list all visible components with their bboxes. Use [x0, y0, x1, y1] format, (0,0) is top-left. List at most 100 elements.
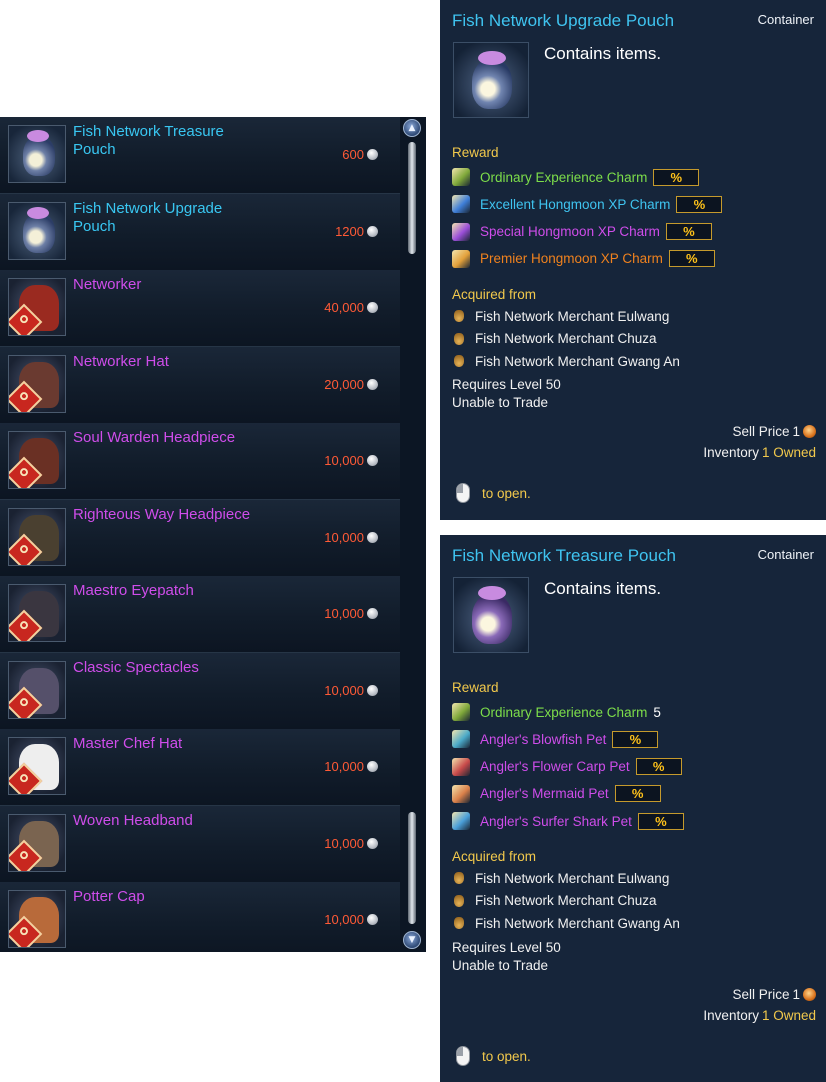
scrollbar-thumb[interactable]: [408, 812, 416, 924]
inventory-value: 1 Owned: [761, 1008, 816, 1023]
shop-row[interactable]: Fish Network Upgrade Pouch 1200: [0, 194, 400, 271]
source-merchant: Fish Network Merchant Chuza: [454, 891, 657, 911]
reward-item[interactable]: Premier Hongmoon XP Charm%: [452, 248, 715, 270]
reward-icon: [452, 222, 470, 241]
inventory-label: Inventory: [703, 1008, 759, 1023]
item-price: 10,000: [324, 910, 378, 928]
reward-icon: [452, 730, 470, 749]
shop-row[interactable]: Master Chef Hat 10,000: [0, 729, 400, 806]
inventory-count: Inventory 1 Owned: [703, 1008, 816, 1023]
shop-row[interactable]: Networker 40,000: [0, 270, 400, 347]
reward-item[interactable]: Special Hongmoon XP Charm%: [452, 221, 712, 243]
reward-amount: %: [653, 168, 700, 186]
money-bag-icon: [454, 332, 464, 345]
sell-price: Sell Price 1: [732, 424, 816, 439]
mouse-icon: [456, 1046, 470, 1066]
silver-coin-icon: [367, 454, 378, 466]
reward-name: Angler's Flower Carp Pet: [480, 759, 630, 775]
shop-row[interactable]: Fish Network Treasure Pouch 600: [0, 117, 400, 194]
reward-amount: %: [612, 730, 659, 748]
price-value: 10,000: [324, 758, 364, 774]
reward-name: Angler's Blowfish Pet: [480, 731, 607, 747]
silver-coin-icon: [367, 760, 378, 772]
money-bag-icon: [454, 355, 464, 367]
tooltip-upgrade-pouch: Fish Network Upgrade Pouch Container Con…: [440, 0, 826, 520]
item-name: Networker: [73, 276, 142, 293]
item-name: Master Chef Hat: [73, 735, 183, 752]
networker-outfit-icon: [8, 278, 66, 336]
shop-row[interactable]: Woven Headband 10,000: [0, 806, 400, 883]
item-name: Potter Cap: [73, 888, 145, 905]
shop-row[interactable]: Networker Hat 20,000: [0, 347, 400, 424]
price-value: 10,000: [324, 682, 364, 698]
reward-item[interactable]: Ordinary Experience Charm%: [452, 166, 700, 188]
item-price: 10,000: [324, 757, 378, 775]
requires-level: Requires Level 50: [452, 377, 561, 392]
item-price: 40,000: [324, 298, 378, 316]
price-value: 10,000: [324, 911, 364, 927]
scrollbar-track-upper[interactable]: [408, 142, 416, 254]
treasure-pouch-icon: [8, 125, 66, 183]
shop-row[interactable]: Classic Spectacles 10,000: [0, 653, 400, 730]
potter-cap-icon: [8, 890, 66, 948]
reward-heading: Reward: [452, 145, 499, 160]
tooltip-treasure-pouch: Fish Network Treasure Pouch Container Co…: [440, 535, 826, 1082]
shop-row[interactable]: Maestro Eyepatch 10,000: [0, 576, 400, 653]
reward-item[interactable]: Ordinary Experience Charm 5: [452, 701, 661, 723]
reward-item[interactable]: Excellent Hongmoon XP Charm%: [452, 193, 723, 215]
mouse-icon: [456, 483, 470, 503]
tooltip-title: Fish Network Upgrade Pouch: [452, 11, 675, 30]
reward-item[interactable]: Angler's Mermaid Pet%: [452, 783, 661, 805]
silver-coin-icon: [367, 913, 378, 925]
price-value: 10,000: [324, 452, 364, 468]
merchant-name: Fish Network Merchant Gwang An: [475, 915, 680, 931]
reward-item[interactable]: Angler's Flower Carp Pet%: [452, 756, 682, 778]
reward-icon: [452, 812, 470, 831]
silver-coin-icon: [367, 378, 378, 390]
reward-item[interactable]: Angler's Blowfish Pet%: [452, 728, 659, 750]
upgrade-pouch-icon: [8, 202, 66, 260]
merchant-name: Fish Network Merchant Chuza: [475, 893, 657, 908]
price-value: 40,000: [324, 299, 364, 315]
reward-item[interactable]: Angler's Surfer Shark Pet%: [452, 810, 684, 832]
acquired-heading: Acquired from: [452, 849, 537, 864]
source-merchant: Fish Network Merchant Eulwang: [454, 306, 669, 326]
price-value: 20,000: [324, 376, 364, 392]
shop-row[interactable]: Potter Cap 10,000: [0, 882, 400, 952]
item-price: 10,000: [324, 604, 378, 622]
reward-amount: %: [614, 785, 661, 803]
upgrade-pouch-icon: [453, 42, 529, 118]
inventory-value: 1 Owned: [761, 445, 816, 460]
item-price: 20,000: [324, 375, 378, 393]
shop-row[interactable]: Righteous Way Headpiece 10,000: [0, 500, 400, 577]
merchant-name: Fish Network Merchant Chuza: [475, 331, 657, 346]
item-price: 10,000: [324, 451, 378, 469]
sell-price-value: 1: [792, 987, 800, 1002]
item-name: Fish Network Treasure Pouch: [73, 123, 224, 158]
scroll-down-button[interactable]: ▼: [403, 931, 421, 949]
merchant-name: Fish Network Merchant Eulwang: [475, 308, 670, 324]
shop-row[interactable]: Soul Warden Headpiece 10,000: [0, 423, 400, 500]
item-category: Container: [757, 547, 814, 562]
reward-icon: [452, 703, 470, 721]
item-name: Righteous Way Headpiece: [73, 506, 251, 523]
requires-level: Requires Level 50: [452, 940, 561, 955]
reward-name: Angler's Mermaid Pet: [480, 786, 609, 802]
inventory-count: Inventory 1 Owned: [703, 445, 816, 460]
merchant-name: Fish Network Merchant Eulwang: [475, 870, 670, 886]
tooltip-title: Fish Network Treasure Pouch: [452, 546, 676, 565]
price-value: 10,000: [324, 605, 364, 621]
reward-name: Special Hongmoon XP Charm: [480, 224, 660, 240]
reward-name: Premier Hongmoon XP Charm: [480, 251, 663, 267]
item-price: 10,000: [324, 834, 378, 852]
silver-coin-icon: [367, 837, 378, 849]
sell-price-label: Sell Price: [732, 987, 790, 1002]
item-name: Fish Network Upgrade Pouch: [73, 200, 223, 235]
money-bag-icon: [454, 917, 464, 929]
open-hint: to open.: [456, 481, 531, 505]
bronze-coin-icon: [803, 425, 816, 438]
reward-amount: %: [637, 812, 684, 830]
soul-warden-headpiece-icon: [8, 431, 66, 489]
price-value: 10,000: [324, 835, 364, 851]
scroll-up-button[interactable]: ▲: [403, 119, 421, 137]
